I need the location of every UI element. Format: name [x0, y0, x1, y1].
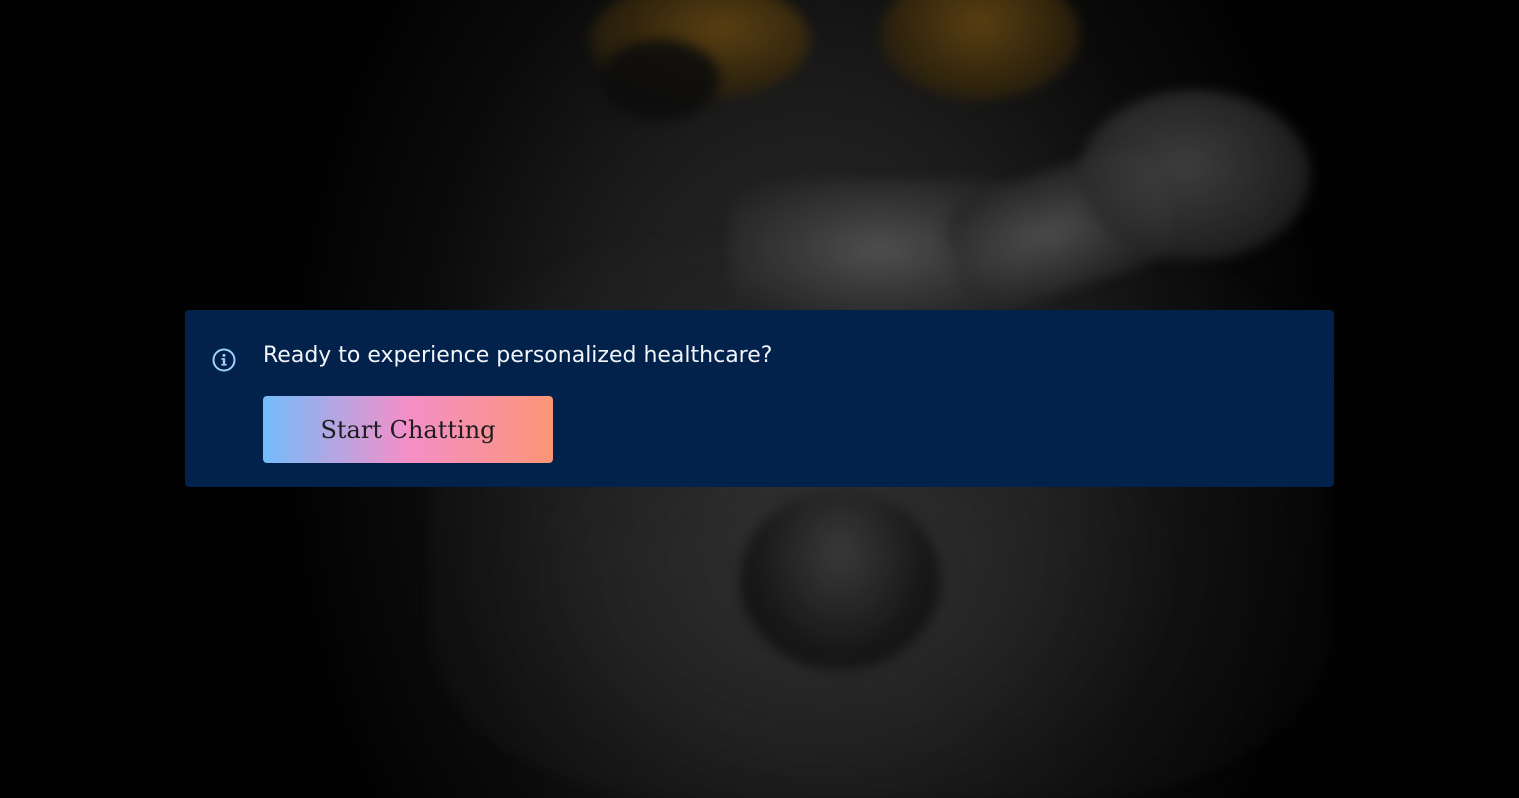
background-capsule-shadow	[740, 490, 940, 670]
background-capsule-amber	[880, 0, 1080, 100]
callout-message: Ready to experience personalized healthc…	[263, 343, 773, 368]
background-capsule-clear	[1080, 90, 1310, 260]
background-capsule-shadow	[600, 40, 720, 120]
info-icon	[212, 348, 236, 372]
start-chatting-button[interactable]: Start Chatting	[263, 396, 553, 463]
